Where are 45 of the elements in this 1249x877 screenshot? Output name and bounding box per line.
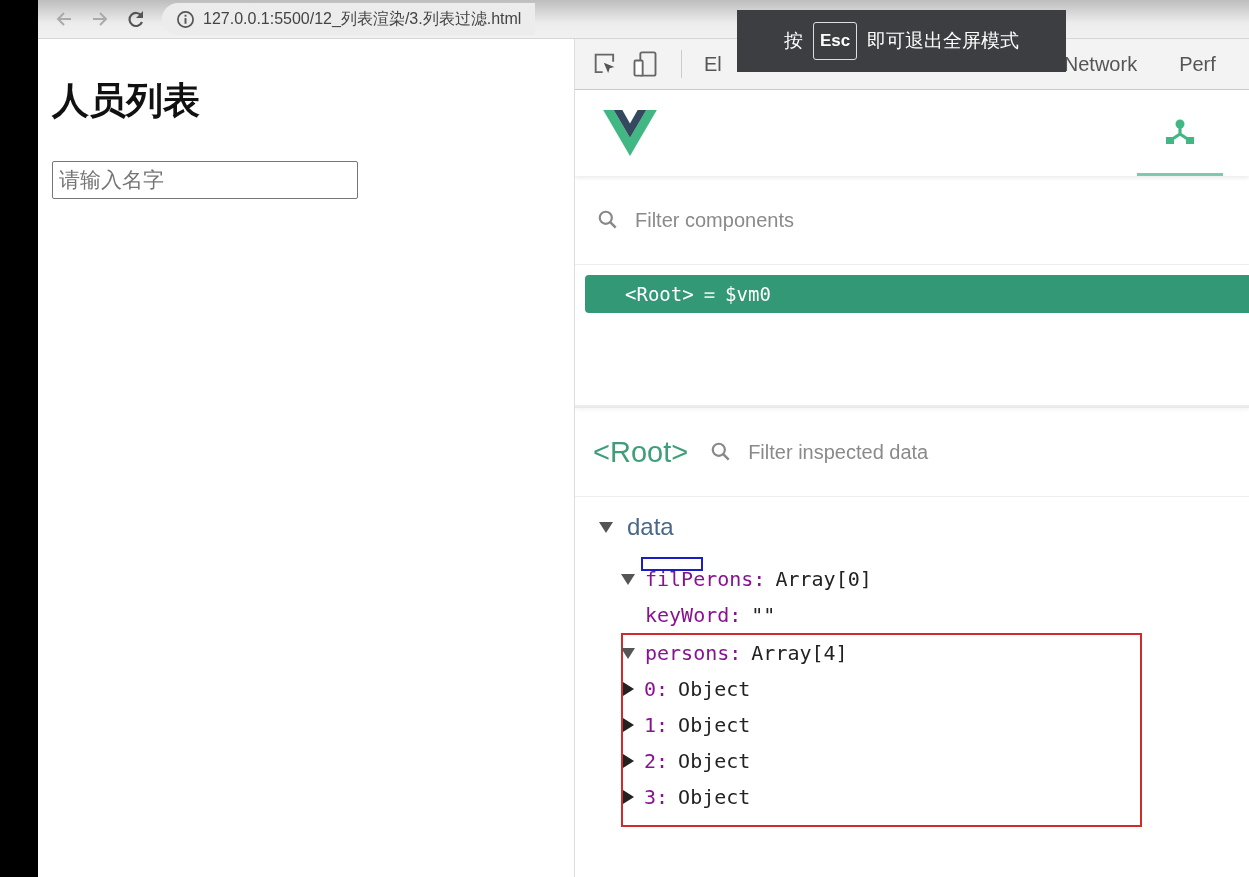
devtools-tab[interactable]: Network <box>1063 52 1138 76</box>
component-row[interactable]: <Root> = $vm0 <box>585 275 1249 313</box>
property-value: Object <box>678 749 751 773</box>
devtools-tab[interactable]: El <box>704 52 722 76</box>
esc-key: Esc <box>812 22 858 60</box>
equals-sign: = <box>703 283 716 305</box>
property-key: keyWord: <box>645 603 742 627</box>
name-input-field[interactable]: 请输入名字 <box>52 161 358 200</box>
url-text: 127.0.0.1:5500/12_列表渲染/3.列表过滤.html <box>203 8 522 29</box>
property-key: 1: <box>644 713 669 737</box>
reload-icon[interactable] <box>126 9 146 29</box>
address-bar[interactable]: 127.0.0.1:5500/12_列表渲染/3.列表过滤.html <box>162 3 536 35</box>
property-value: Object <box>678 713 751 737</box>
component-name: <Root> <box>593 435 689 469</box>
instance-ref: $vm0 <box>725 283 771 305</box>
property-value: Array[0] <box>775 567 872 591</box>
device-toggle-icon[interactable] <box>631 50 659 78</box>
caret-icon[interactable] <box>621 573 635 585</box>
caret-icon[interactable] <box>623 718 634 732</box>
property-key: 0: <box>644 677 669 701</box>
devtools-tab[interactable]: Perf <box>1179 52 1216 76</box>
search-icon <box>597 209 619 231</box>
property-key: filPerons: <box>645 567 766 591</box>
property-value: Object <box>678 785 751 809</box>
notice-text: 即可退出全屏模式 <box>867 29 1020 53</box>
section-label: data <box>627 513 674 541</box>
property-value: Object <box>678 677 751 701</box>
caret-icon[interactable] <box>621 647 635 659</box>
caret-icon[interactable] <box>623 754 634 768</box>
caret-icon[interactable] <box>623 682 634 696</box>
page-heading: 人员列表 <box>52 79 201 123</box>
filter-components-field[interactable]: Filter components <box>633 207 1249 233</box>
component-label: <Root> <box>625 283 694 305</box>
notice-text: 按 <box>783 29 803 53</box>
caret-icon[interactable] <box>623 790 634 804</box>
property-key: 2: <box>644 749 669 773</box>
caret-icon[interactable] <box>599 521 613 533</box>
logo-icon <box>603 110 657 156</box>
property-key: 3: <box>644 785 669 809</box>
filter-inspected-field[interactable]: Filter inspected data <box>746 439 1249 465</box>
property-value: "" <box>751 603 776 627</box>
property-key: persons: <box>645 641 742 665</box>
tree-icon <box>1165 118 1195 145</box>
property-value: Array[4] <box>751 641 848 665</box>
info-icon[interactable] <box>176 9 195 29</box>
